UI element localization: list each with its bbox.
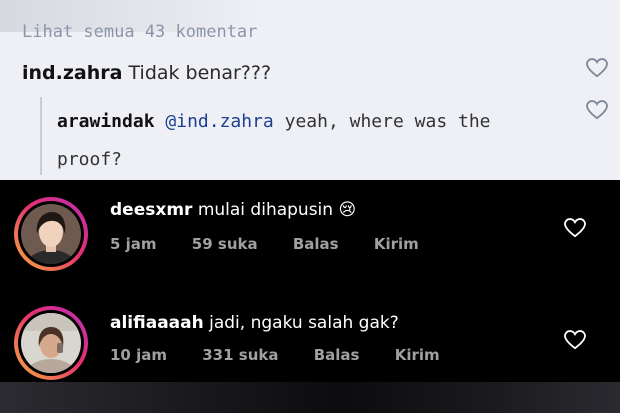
comment-body: deesxmr mulai dihapusin 😢 [110, 200, 356, 220]
blurred-footer [0, 382, 620, 413]
view-all-comments-link[interactable]: Lihat semua 43 komentar [22, 22, 257, 42]
comment-row: deesxmr mulai dihapusin 😢 5 jam 59 suka … [0, 180, 620, 290]
comment-text: jadi, ngaku salah gak? [209, 313, 399, 333]
likes-count[interactable]: 331 suka [202, 346, 278, 364]
heart-icon[interactable] [586, 100, 608, 120]
comment-username[interactable]: ind.zahra [22, 62, 122, 84]
comment-meta: 5 jam 59 suka Balas Kirim [110, 235, 449, 253]
send-button[interactable]: Kirim [395, 346, 440, 364]
reply-thread-line [40, 97, 42, 175]
comment-time: 10 jam [110, 346, 167, 364]
reply-arawindak: arawindak @ind.zahra yeah, where was the… [57, 103, 557, 179]
mention-link[interactable]: @ind.zahra [165, 111, 273, 132]
comment-body: alifiaaaah jadi, ngaku salah gak? [110, 313, 399, 333]
comment-username[interactable]: alifiaaaah [110, 313, 204, 333]
comment-text: mulai dihapusin 😢 [197, 200, 357, 220]
send-button[interactable]: Kirim [374, 235, 419, 253]
comment-username[interactable]: deesxmr [110, 200, 192, 220]
heart-icon[interactable] [564, 330, 586, 350]
comment-ind-zahra: ind.zahra Tidak benar??? [22, 62, 271, 84]
story-ring[interactable] [14, 197, 88, 271]
heart-icon[interactable] [564, 218, 586, 238]
story-ring[interactable] [14, 306, 88, 380]
reply-button[interactable]: Balas [293, 235, 339, 253]
comment-time: 5 jam [110, 235, 157, 253]
comment-text: Tidak benar??? [128, 62, 272, 84]
comment-meta: 10 jam 331 suka Balas Kirim [110, 346, 470, 364]
reply-button[interactable]: Balas [314, 346, 360, 364]
heart-icon[interactable] [586, 58, 608, 78]
avatar [21, 313, 81, 373]
avatar [21, 204, 81, 264]
likes-count[interactable]: 59 suka [192, 235, 258, 253]
light-comment-section: Lihat semua 43 komentar ind.zahra Tidak … [0, 0, 620, 180]
reply-username[interactable]: arawindak [57, 111, 155, 132]
